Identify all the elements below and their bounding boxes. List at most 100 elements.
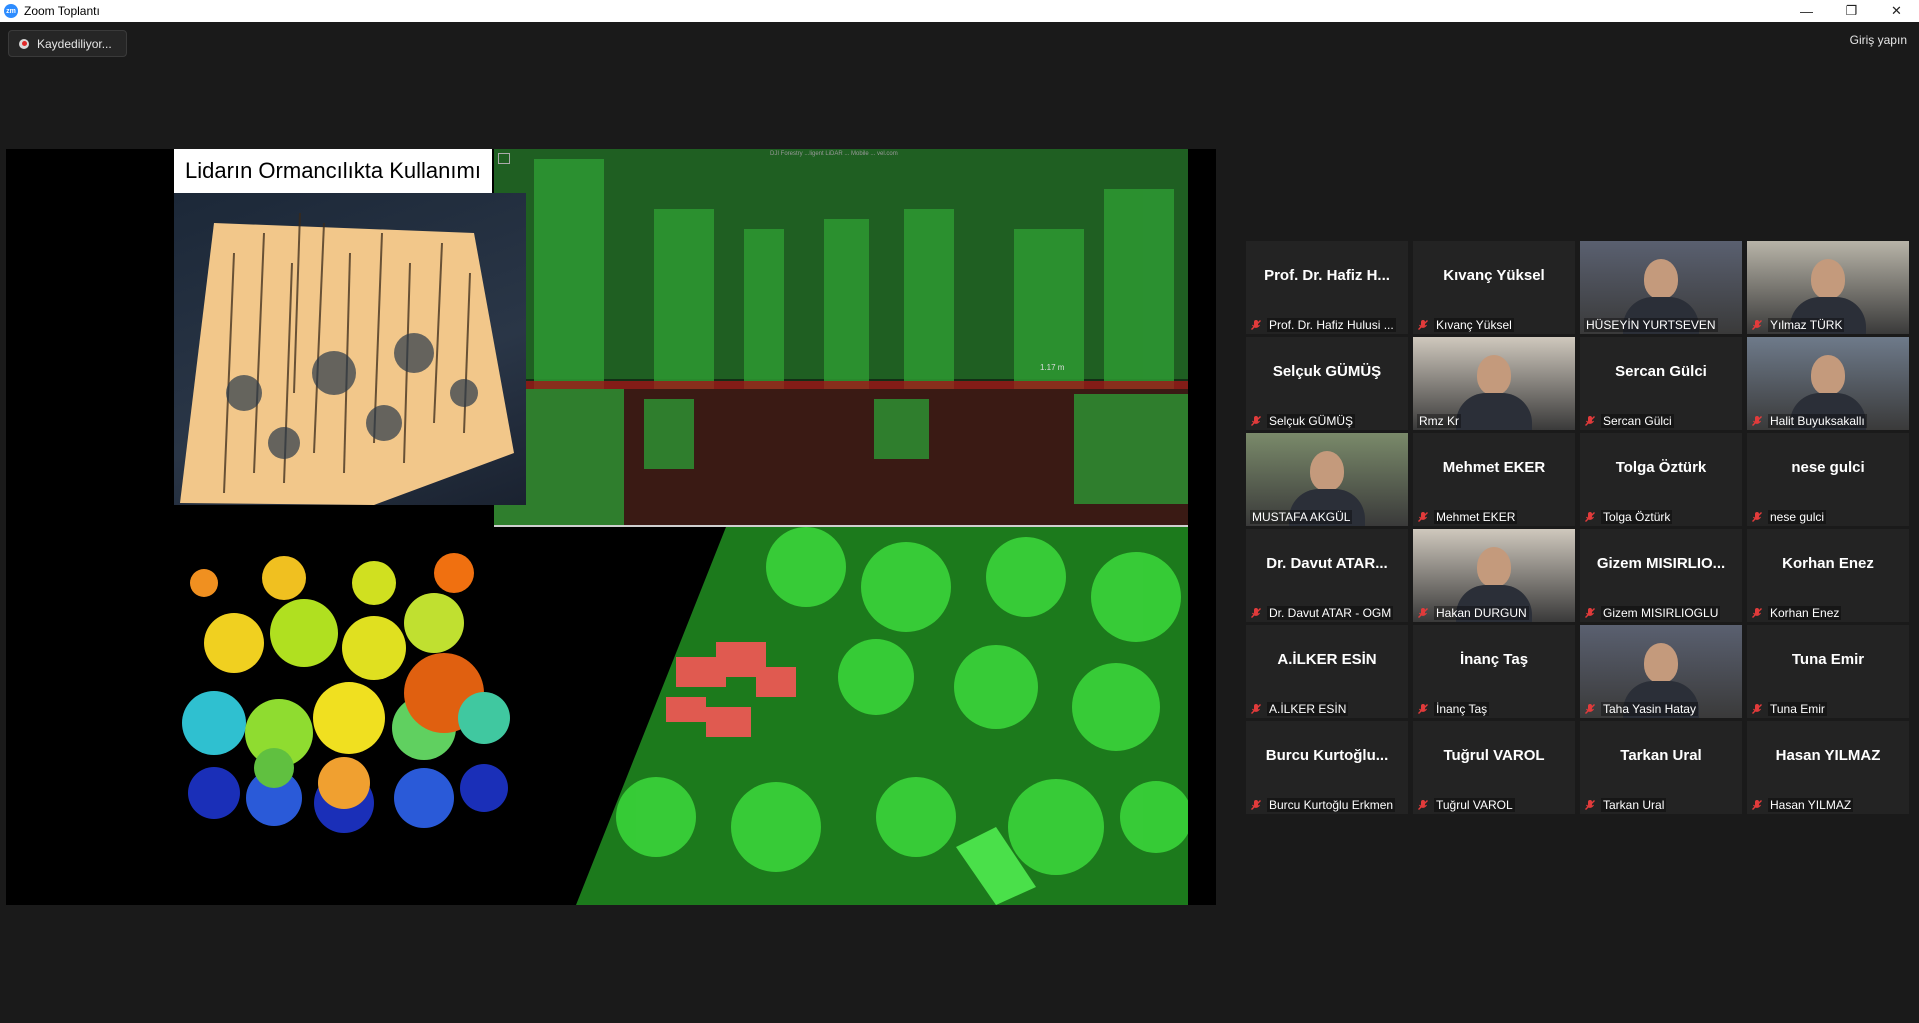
participant-tile[interactable]: Tarkan Ural Tarkan Ural (1580, 721, 1742, 814)
participant-display-name: Gizem MISIRLIO... (1596, 555, 1726, 572)
participant-tile[interactable]: Halit Buyuksakallı (1747, 337, 1909, 430)
participant-label: Tuna Emir (1747, 700, 1909, 718)
participant-display-name: Prof. Dr. Hafiz H... (1264, 267, 1390, 284)
participant-name: MUSTAFA AKGÜL (1250, 510, 1353, 524)
participant-tile[interactable]: Korhan Enez Korhan Enez (1747, 529, 1909, 622)
participant-label: Mehmet EKER (1413, 508, 1575, 526)
participant-display-name: Kıvanç Yüksel (1443, 267, 1545, 284)
muted-mic-icon (1751, 415, 1763, 427)
participant-label: nese gulci (1747, 508, 1909, 526)
participant-tile[interactable]: HÜSEYİN YURTSEVEN (1580, 241, 1742, 334)
muted-mic-icon (1751, 703, 1763, 715)
participant-tile[interactable]: Hakan DURGUN (1413, 529, 1575, 622)
muted-mic-icon (1417, 703, 1429, 715)
participant-name: Mehmet EKER (1434, 510, 1518, 524)
participant-tile[interactable]: Burcu Kurtoğlu... Burcu Kurtoğlu Erkmen (1246, 721, 1408, 814)
participant-tile[interactable]: Prof. Dr. Hafiz H... Prof. Dr. Hafiz Hulu… (1246, 241, 1408, 334)
participant-gallery: Prof. Dr. Hafiz H... Prof. Dr. Hafiz Hulu… (1246, 241, 1909, 814)
participant-tile[interactable]: Hasan YILMAZ Hasan YILMAZ (1747, 721, 1909, 814)
participant-tile[interactable]: Taha Yasin Hatay (1580, 625, 1742, 718)
participant-display-name: Hasan YILMAZ (1775, 747, 1881, 764)
signin-link[interactable]: Giriş yapın (1850, 33, 1907, 47)
participant-tile[interactable]: Sercan Gülci Sercan Gülci (1580, 337, 1742, 430)
participant-name: Tuna Emir (1768, 702, 1827, 716)
muted-mic-icon (1584, 703, 1596, 715)
participant-tile[interactable]: Rmz Kr (1413, 337, 1575, 430)
participant-name: Burcu Kurtoğlu Erkmen (1267, 798, 1396, 812)
muted-mic-icon (1751, 319, 1763, 331)
recording-indicator[interactable]: Kaydediliyor... (8, 30, 127, 57)
participant-name: Sercan Gülci (1601, 414, 1674, 428)
muted-mic-icon (1417, 607, 1429, 619)
participant-display-name: Selçuk GÜMÜŞ (1272, 363, 1382, 380)
muted-mic-icon (1417, 799, 1429, 811)
muted-mic-icon (1250, 703, 1262, 715)
participant-label: HÜSEYİN YURTSEVEN (1580, 316, 1742, 334)
participant-name: A.İLKER ESİN (1267, 702, 1349, 716)
muted-mic-icon (1250, 607, 1262, 619)
participant-name: Tuğrul VAROL (1434, 798, 1515, 812)
participant-label: Halit Buyuksakallı (1747, 412, 1909, 430)
recording-label: Kaydediliyor... (37, 36, 112, 51)
participant-label: Taha Yasin Hatay (1580, 700, 1742, 718)
person-silhouette (1811, 355, 1845, 395)
participant-tile[interactable]: MUSTAFA AKGÜL (1246, 433, 1408, 526)
muted-mic-icon (1417, 319, 1429, 331)
restore-button[interactable]: ❐ (1829, 0, 1874, 22)
participant-display-name: Korhan Enez (1782, 555, 1874, 572)
participant-label: Sercan Gülci (1580, 412, 1742, 430)
participant-label: Burcu Kurtoğlu Erkmen (1246, 796, 1408, 814)
minimize-button[interactable]: — (1784, 0, 1829, 22)
person-silhouette (1310, 451, 1344, 491)
participant-tile[interactable]: Kıvanç Yüksel Kıvanç Yüksel (1413, 241, 1575, 334)
participant-label: Dr. Davut ATAR - OGM (1246, 604, 1408, 622)
muted-mic-icon (1751, 607, 1763, 619)
participant-display-name: Tolga Öztürk (1615, 459, 1707, 476)
participant-tile[interactable]: Selçuk GÜMÜŞ Selçuk GÜMÜŞ (1246, 337, 1408, 430)
participant-tile[interactable]: Dr. Davut ATAR... Dr. Davut ATAR - OGM (1246, 529, 1408, 622)
person-silhouette (1477, 355, 1511, 395)
lidar-forest-image: DJI Forestry ...ligent LiDAR ... Mobile … (494, 149, 1188, 527)
participant-name: Gizem MISIRLIOGLU (1601, 606, 1721, 620)
participant-tile[interactable]: İnanç Taş İnanç Taş (1413, 625, 1575, 718)
person-silhouette (1811, 259, 1845, 299)
muted-mic-icon (1250, 415, 1262, 427)
participant-label: MUSTAFA AKGÜL (1246, 508, 1408, 526)
person-silhouette (1644, 643, 1678, 683)
slide-title: Lidarın Ormancılıkta Kullanımı (174, 149, 492, 193)
participant-label: Yılmaz TÜRK (1747, 316, 1909, 334)
participant-tile[interactable]: Tuğrul VAROL Tuğrul VAROL (1413, 721, 1575, 814)
participant-display-name: Tuna Emir (1791, 651, 1865, 668)
participant-display-name: Tuğrul VAROL (1443, 747, 1545, 764)
participant-label: Selçuk GÜMÜŞ (1246, 412, 1408, 430)
participant-name: Taha Yasin Hatay (1601, 702, 1698, 716)
participant-name: HÜSEYİN YURTSEVEN (1584, 318, 1718, 332)
participant-display-name: Mehmet EKER (1442, 459, 1546, 476)
shared-screen: DJI Forestry ...ligent LiDAR ... Mobile … (6, 149, 1216, 905)
participant-tile[interactable]: Mehmet EKER Mehmet EKER (1413, 433, 1575, 526)
participant-name: Selçuk GÜMÜŞ (1267, 414, 1356, 428)
participant-name: Halit Buyuksakallı (1768, 414, 1867, 428)
muted-mic-icon (1250, 799, 1262, 811)
window-controls: — ❐ ✕ (1784, 0, 1919, 22)
window-titlebar: zm Zoom Toplantı — ❐ ✕ (0, 0, 1919, 22)
muted-mic-icon (1584, 511, 1596, 523)
participant-name: İnanç Taş (1434, 702, 1490, 716)
participant-tile[interactable]: Tuna Emir Tuna Emir (1747, 625, 1909, 718)
participant-name: Rmz Kr (1417, 414, 1461, 428)
participant-tile[interactable]: Gizem MISIRLIO... Gizem MISIRLIOGLU (1580, 529, 1742, 622)
participant-label: Korhan Enez (1747, 604, 1909, 622)
participant-label: Hakan DURGUN (1413, 604, 1575, 622)
participant-tile[interactable]: Yılmaz TÜRK (1747, 241, 1909, 334)
participant-label: Tarkan Ural (1580, 796, 1742, 814)
participant-tile[interactable]: Tolga Öztürk Tolga Öztürk (1580, 433, 1742, 526)
participant-name: Tarkan Ural (1601, 798, 1667, 812)
participant-display-name: İnanç Taş (1459, 651, 1529, 668)
muted-mic-icon (1584, 799, 1596, 811)
participant-tile[interactable]: nese gulci nese gulci (1747, 433, 1909, 526)
muted-mic-icon (1584, 607, 1596, 619)
participant-tile[interactable]: A.İLKER ESİN A.İLKER ESİN (1246, 625, 1408, 718)
participant-label: A.İLKER ESİN (1246, 700, 1408, 718)
close-button[interactable]: ✕ (1874, 0, 1919, 22)
participant-label: Hasan YILMAZ (1747, 796, 1909, 814)
